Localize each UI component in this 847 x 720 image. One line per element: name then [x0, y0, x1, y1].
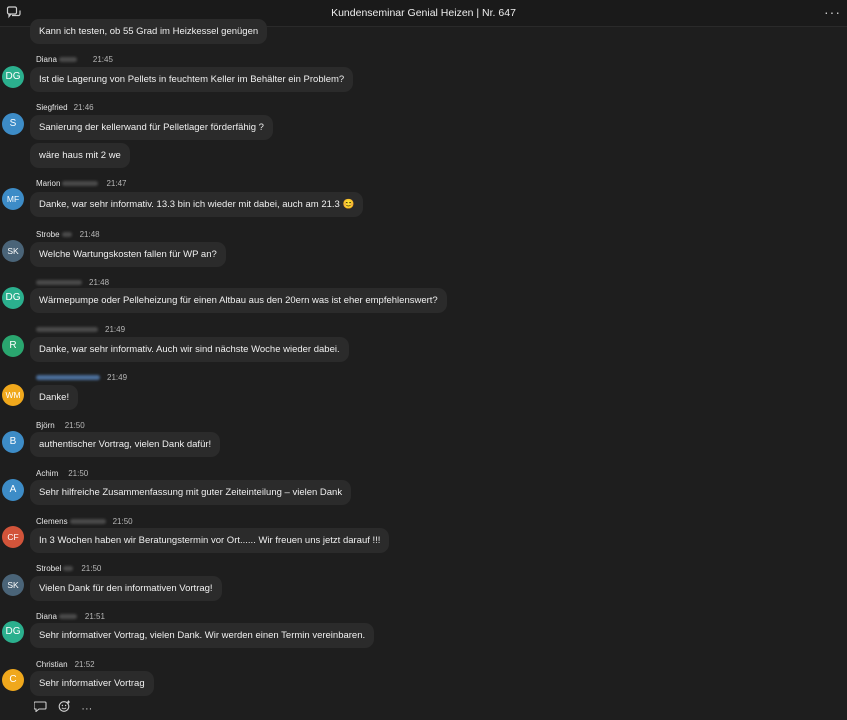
redacted-name [36, 327, 98, 333]
avatar[interactable]: R [2, 335, 24, 357]
avatar[interactable]: DG [2, 287, 24, 309]
sender-name[interactable]: Achim [36, 469, 58, 478]
message-bubble[interactable]: Sehr informativer Vortrag [30, 671, 154, 696]
sender-name[interactable]: Marion [36, 179, 60, 188]
message-bubble[interactable]: Sehr hilfreiche Zusammenfassung mit gute… [30, 480, 352, 505]
message-time: 21:49 [107, 373, 128, 382]
message-meta: Diana 21:45 [36, 54, 113, 66]
redacted-name [36, 375, 100, 381]
message-time: 21:50 [64, 421, 85, 430]
message-time: 21:45 [92, 55, 113, 64]
reply-icon[interactable] [33, 701, 47, 715]
message-time: 21:48 [89, 278, 110, 287]
message-time: 21:52 [74, 660, 95, 669]
message-bubble[interactable]: Ist die Lagerung von Pellets in feuchtem… [30, 67, 354, 92]
message-time: 21:50 [81, 564, 102, 573]
message-meta: Christian 21:52 [36, 659, 95, 671]
message-time: 21:48 [79, 230, 100, 239]
add-reaction-icon[interactable] [58, 700, 71, 715]
message-meta: 21:49 [36, 372, 127, 384]
message-bubble[interactable]: wäre haus mit 2 we [30, 143, 130, 168]
message-meta: Achim 21:50 [36, 468, 88, 480]
redacted-name [58, 614, 77, 620]
message-time: 21:50 [112, 517, 133, 526]
message-time: 21:49 [105, 325, 126, 334]
avatar[interactable]: SK [2, 574, 24, 596]
message-bubble[interactable]: authentischer Vortrag, vielen Dank dafür… [30, 432, 221, 457]
message-meta: Marion 21:47 [36, 178, 126, 190]
avatar[interactable]: DG [2, 621, 24, 643]
message-bubble[interactable]: Sanierung der kellerwand für Pelletlager… [30, 115, 273, 140]
sender-name[interactable]: Diana [36, 55, 57, 64]
avatar[interactable]: CF [2, 526, 24, 548]
message-meta: 21:49 [36, 324, 125, 336]
sender-name[interactable]: Siegfried [36, 103, 68, 112]
redacted-name [58, 57, 77, 63]
avatar[interactable]: DG [2, 66, 24, 88]
redacted-name [69, 519, 106, 525]
redacted-name [63, 566, 74, 572]
message-meta: Diana 21:51 [36, 611, 105, 623]
message-meta: Strobel 21:50 [36, 563, 101, 575]
sender-name[interactable]: Strobel [36, 564, 61, 573]
message-bubble[interactable]: In 3 Wochen haben wir Beratungstermin vo… [30, 528, 390, 553]
message-bubble[interactable]: Vielen Dank für den informativen Vortrag… [30, 576, 222, 601]
message-meta: Björn 21:50 [36, 420, 85, 432]
message-bubble[interactable]: Welche Wartungskosten fallen für WP an? [30, 242, 226, 267]
message-meta: Clemens 21:50 [36, 516, 133, 528]
avatar[interactable]: C [2, 669, 24, 691]
message-actions: ··· [33, 700, 100, 715]
more-icon[interactable]: ··· [81, 703, 92, 715]
message-bubble[interactable]: Sehr informativer Vortrag, vielen Dank. … [30, 623, 375, 648]
message-time: 21:46 [73, 103, 94, 112]
sender-name[interactable]: Clemens [36, 517, 68, 526]
sender-name[interactable]: Christian [36, 660, 68, 669]
message-bubble[interactable]: Danke, war sehr informativ. Auch wir sin… [30, 337, 349, 362]
avatar[interactable]: A [2, 479, 24, 501]
message-bubble[interactable]: Danke! [30, 385, 79, 410]
redacted-name [36, 280, 82, 286]
message-time: 21:51 [84, 612, 105, 621]
chat-feed: Kann ich testen, ob 55 Grad im Heizkesse… [0, 0, 847, 720]
avatar[interactable]: SK [2, 240, 24, 262]
redacted-name [61, 232, 72, 238]
sender-name[interactable]: Björn [36, 421, 55, 430]
message-bubble[interactable]: Wärmepumpe oder Pelleheizung für einen A… [30, 288, 447, 313]
message-bubble[interactable]: Kann ich testen, ob 55 Grad im Heizkesse… [30, 19, 268, 44]
avatar[interactable]: MF [2, 188, 24, 210]
message-meta: Strobe 21:48 [36, 229, 100, 241]
message-meta: Siegfried 21:46 [36, 102, 94, 114]
redacted-name [62, 181, 99, 187]
avatar[interactable]: S [2, 113, 24, 135]
message-time: 21:50 [68, 469, 89, 478]
sender-name[interactable]: Diana [36, 612, 57, 621]
avatar[interactable]: WM [2, 384, 24, 406]
message-bubble[interactable]: Danke, war sehr informativ. 13.3 bin ich… [30, 192, 364, 217]
sender-name[interactable]: Strobe [36, 230, 60, 239]
message-time: 21:47 [106, 179, 127, 188]
avatar[interactable]: B [2, 431, 24, 453]
